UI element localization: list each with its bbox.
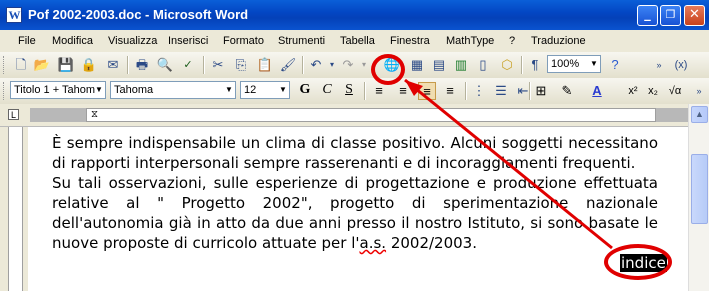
- arrow-line: [404, 78, 613, 250]
- annotation-arrow: [404, 78, 613, 250]
